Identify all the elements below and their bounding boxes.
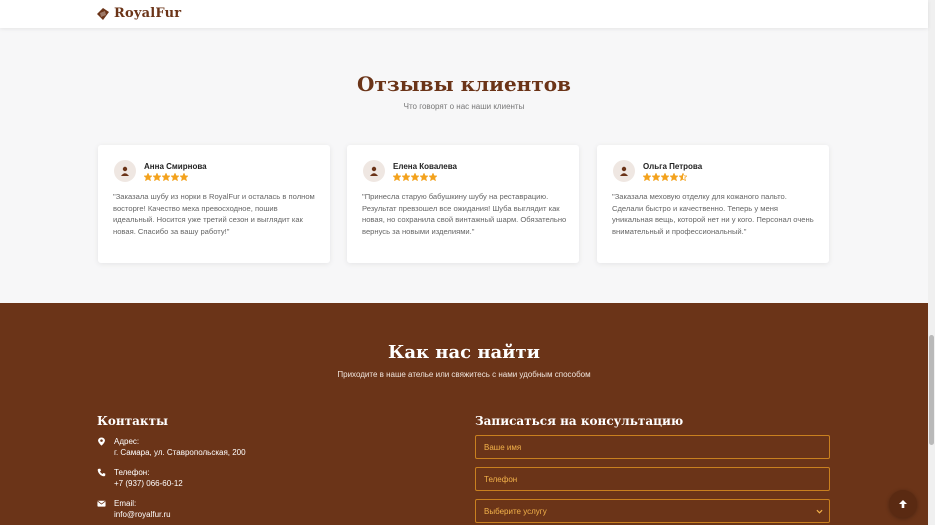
contacts-section: Как нас найти Приходите в наше ателье ил… — [0, 303, 928, 525]
logo-icon — [97, 7, 109, 20]
brand-name: RoyalFur — [114, 6, 182, 21]
star-icon — [180, 173, 188, 181]
rating-stars — [643, 173, 687, 181]
review-card: Елена Ковалева "Принесла старую бабушкин… — [347, 145, 579, 263]
reviews-title: Отзывы клиентов — [357, 72, 571, 96]
reviewer-name: Анна Смирнова — [144, 162, 207, 171]
chevron-down-icon — [816, 509, 823, 514]
star-icon — [661, 173, 669, 181]
contacts-title: Контакты — [97, 414, 169, 428]
star-icon — [402, 173, 410, 181]
star-icon — [643, 173, 651, 181]
review-card: Анна Смирнова "Заказала шубу из норки в … — [98, 145, 330, 263]
reviews-subtitle: Что говорят о нас наши клиенты — [403, 102, 525, 111]
name-placeholder: Ваше имя — [484, 442, 522, 452]
half-star-icon — [679, 173, 687, 181]
reviewer-name: Ольга Петрова — [643, 162, 703, 171]
review-text: "Принесла старую бабушкину шубу на реста… — [362, 192, 567, 236]
avatar — [114, 160, 136, 182]
avatar — [363, 160, 385, 182]
envelope-icon — [97, 500, 106, 507]
user-icon — [370, 166, 378, 176]
scrollbar-thumb[interactable] — [929, 335, 934, 445]
service-select[interactable]: Выберите услугу — [475, 499, 830, 523]
contact-phone: Телефон: +7 (937) 066-60-12 — [97, 467, 183, 489]
map-pin-icon — [98, 437, 105, 446]
page-scrollbar[interactable] — [928, 0, 935, 525]
star-icon — [171, 173, 179, 181]
star-icon — [670, 173, 678, 181]
phone-value[interactable]: +7 (937) 066-60-12 — [114, 478, 183, 489]
star-icon — [429, 173, 437, 181]
star-icon — [144, 173, 152, 181]
star-icon — [652, 173, 660, 181]
arrow-up-icon — [899, 500, 907, 508]
avatar — [613, 160, 635, 182]
phone-input[interactable]: Телефон — [475, 467, 830, 491]
address-value: г. Самара, ул. Ставропольская, 200 — [114, 448, 246, 457]
rating-stars — [393, 173, 437, 181]
contact-email: Email: info@royalfur.ru — [97, 498, 171, 520]
site-header: RoyalFur — [0, 0, 928, 28]
user-icon — [121, 166, 129, 176]
reviewer-name: Елена Ковалева — [393, 162, 457, 171]
email-label: Email: — [114, 499, 137, 508]
scroll-to-top-button[interactable] — [889, 490, 917, 518]
star-icon — [393, 173, 401, 181]
review-text: "Заказала меховую отделку для кожаного п… — [612, 192, 814, 236]
rating-stars — [144, 173, 188, 181]
star-icon — [153, 173, 161, 181]
find-subtitle: Приходите в наше ателье или свяжитесь с … — [337, 370, 591, 379]
star-icon — [411, 173, 419, 181]
phone-label: Телефон: — [114, 468, 150, 477]
review-card: Ольга Петрова "Заказала меховую отделку … — [597, 145, 829, 263]
reviews-section: Отзывы клиентов Что говорят о нас наши к… — [0, 28, 928, 303]
star-icon — [162, 173, 170, 181]
phone-placeholder: Телефон — [484, 474, 518, 484]
user-icon — [620, 166, 628, 176]
contact-address: Адрес: г. Самара, ул. Ставропольская, 20… — [97, 436, 246, 458]
service-selected: Выберите услугу — [484, 506, 547, 516]
name-input[interactable]: Ваше имя — [475, 435, 830, 459]
logo[interactable]: RoyalFur — [96, 6, 181, 21]
phone-icon — [97, 468, 106, 477]
find-title: Как нас найти — [387, 342, 541, 363]
form-title: Записаться на консультацию — [475, 414, 684, 428]
address-label: Адрес: — [114, 437, 140, 446]
email-value[interactable]: info@royalfur.ru — [114, 509, 171, 520]
star-icon — [420, 173, 428, 181]
review-text: "Заказала шубу из норки в RoyalFur и ост… — [113, 192, 315, 236]
